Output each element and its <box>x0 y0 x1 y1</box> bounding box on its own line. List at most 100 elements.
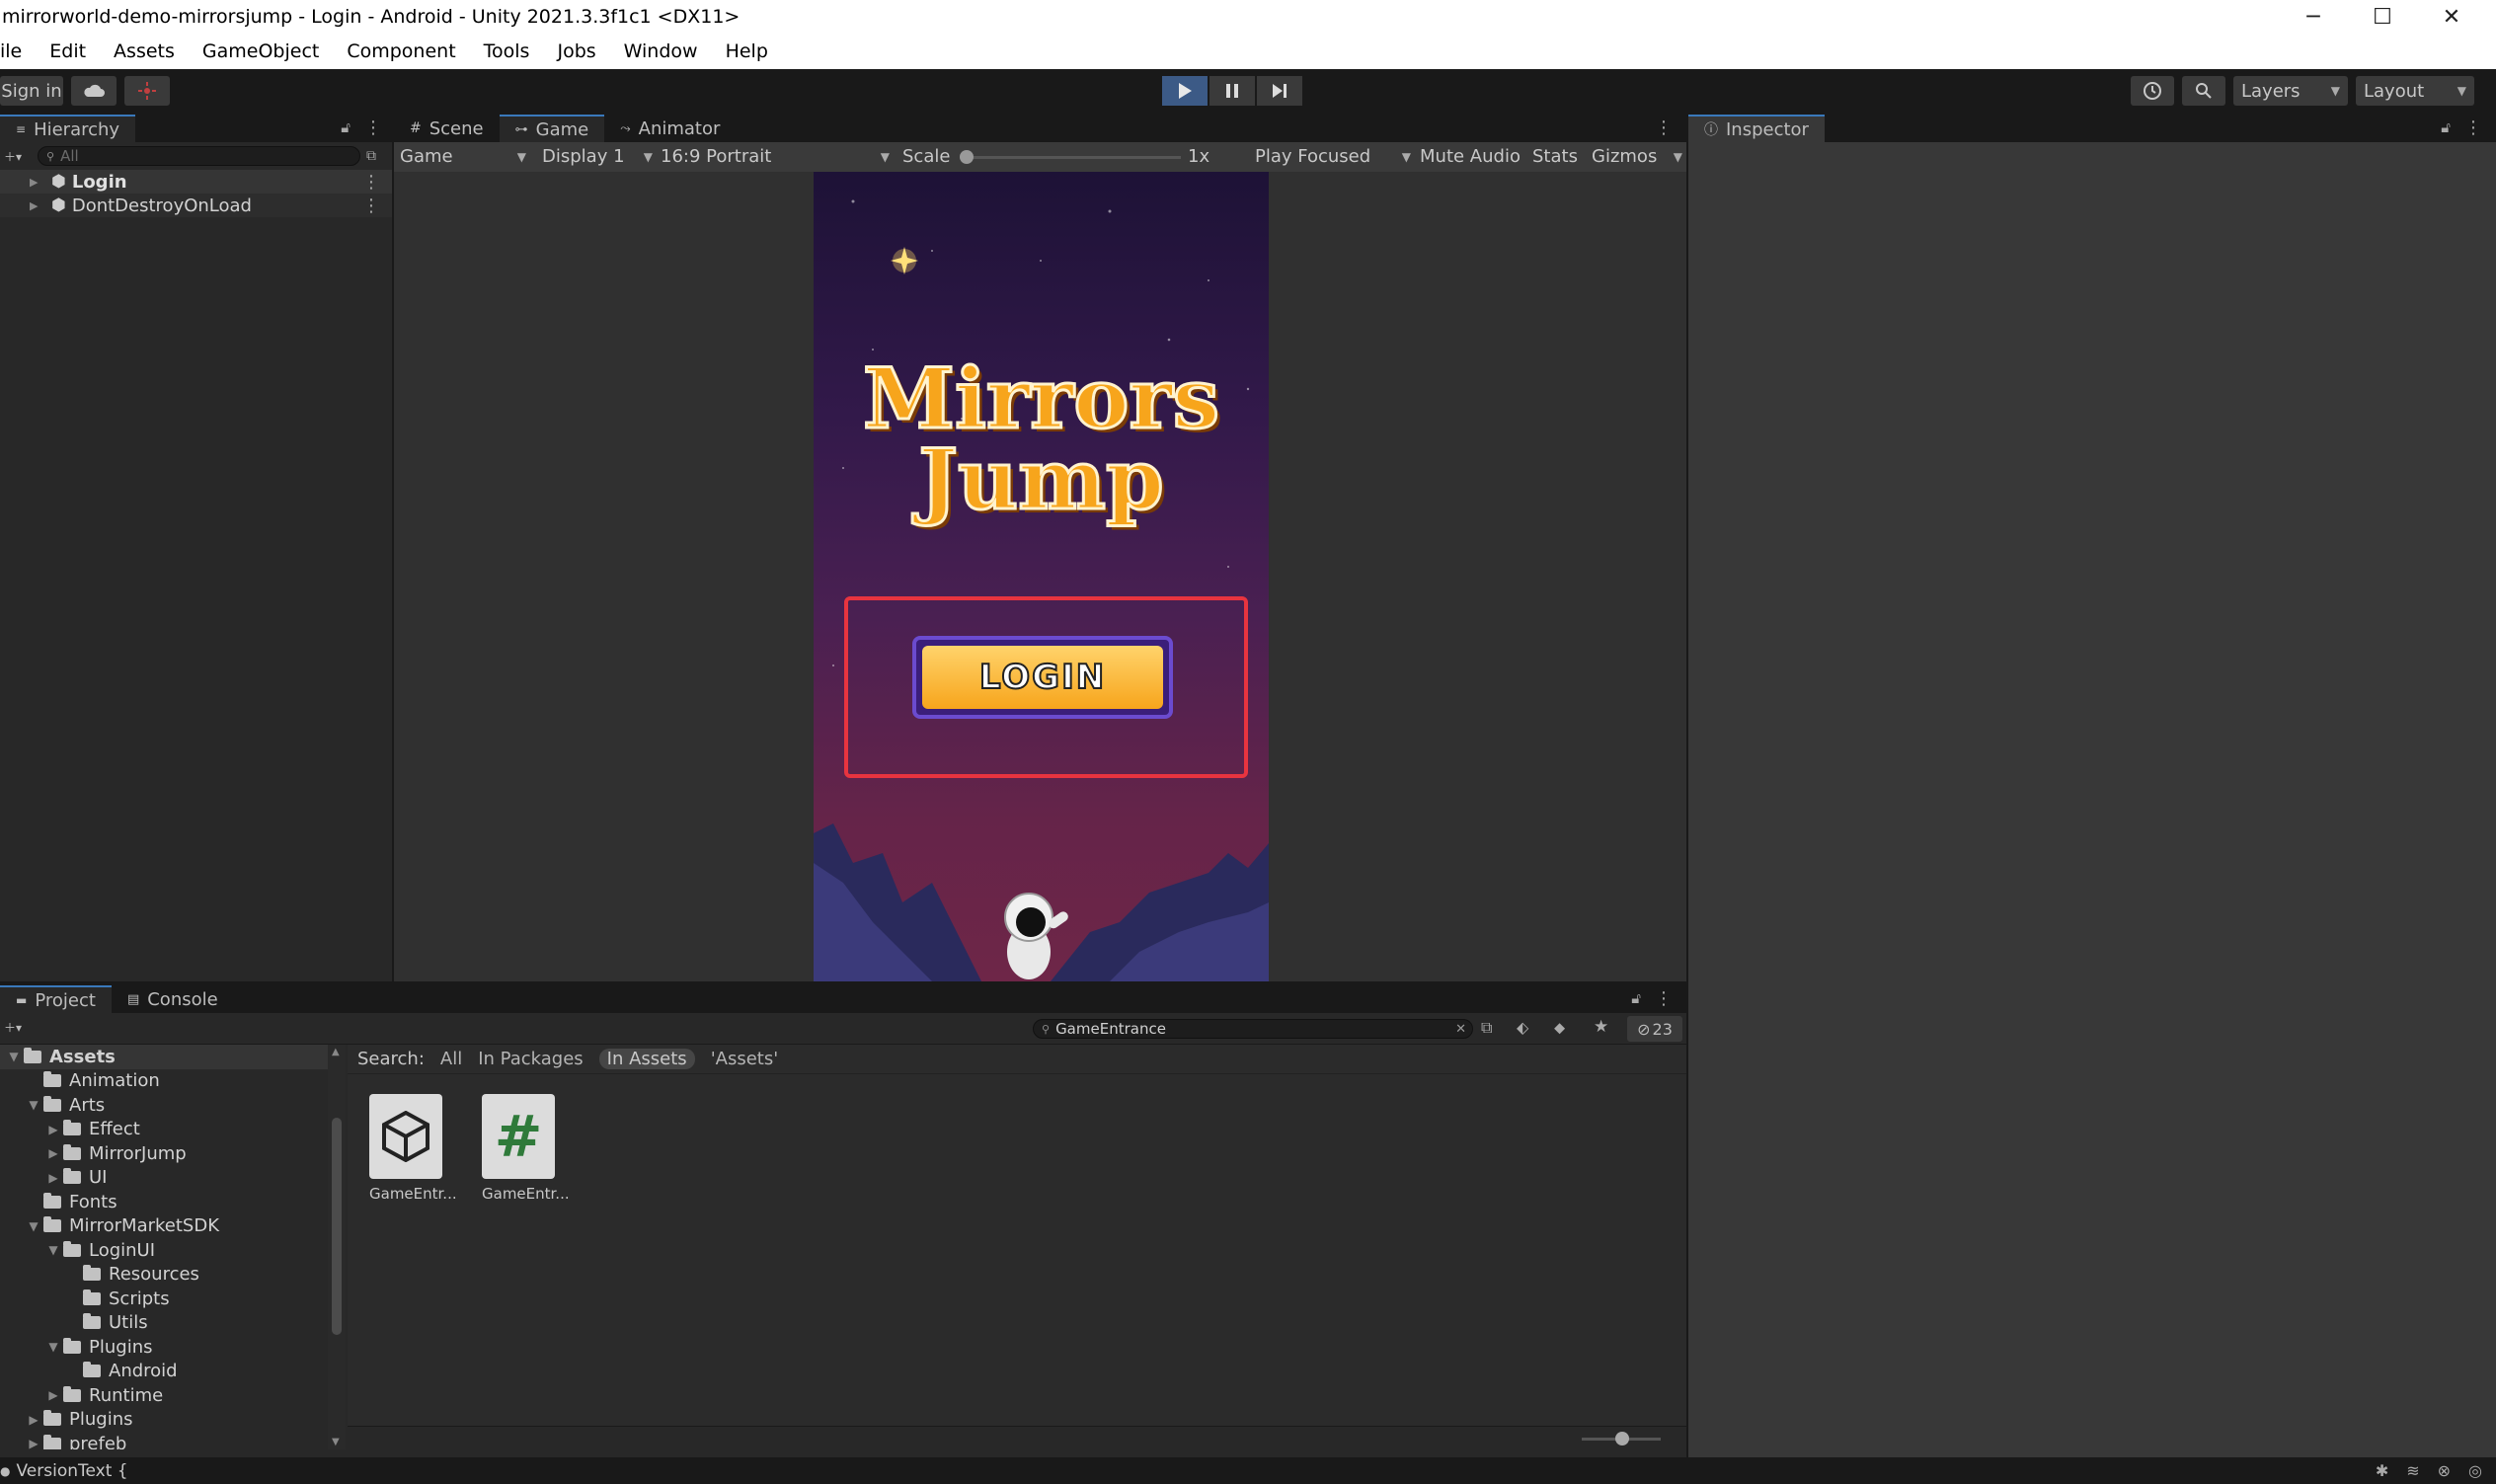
game-view[interactable]: Mirrors Jump LOGIN <box>814 172 1269 981</box>
folder-tree-item[interactable]: Scripts <box>0 1287 346 1311</box>
menu-file[interactable]: ile <box>0 40 22 62</box>
favorite-star-icon[interactable]: ★ <box>1594 1017 1608 1037</box>
folder-tree-item[interactable]: ▼ MirrorMarketSDK <box>0 1214 346 1239</box>
add-dropdown-icon[interactable]: ＋▾ <box>4 1019 22 1036</box>
menu-help[interactable]: Help <box>726 40 768 62</box>
game-mode-dropdown[interactable]: Game ▼ <box>400 146 526 167</box>
caret-down-icon[interactable]: ▼ <box>43 1340 63 1354</box>
folder-tree-item[interactable]: ▶ Effect <box>0 1118 346 1142</box>
hidden-packages-toggle[interactable]: ⊘ 23 <box>1627 1016 1682 1042</box>
status-text[interactable]: VersionText { <box>16 1461 127 1481</box>
lock-icon[interactable]: 🔓︎ <box>341 118 351 136</box>
folder-tree-item[interactable]: ▼ Plugins <box>0 1335 346 1360</box>
hierarchy-item[interactable]: ▶ ⬢ DontDestroyOnLoad ⋮ <box>0 194 392 217</box>
progress-icon[interactable]: ≋ <box>2406 1461 2419 1480</box>
scope-in-assets[interactable]: In Assets <box>598 1049 695 1069</box>
play-focused-dropdown[interactable]: Play Focused ▼ <box>1255 146 1411 167</box>
scroll-down-icon[interactable]: ▼ <box>332 1437 340 1447</box>
tab-console[interactable]: ▤ Console <box>112 985 234 1013</box>
clear-search-icon[interactable]: ✕ <box>1455 1022 1466 1037</box>
mute-audio-toggle[interactable]: Mute Audio <box>1420 146 1521 167</box>
cloud-icon[interactable] <box>71 76 117 106</box>
close-button[interactable]: ✕ <box>2417 0 2486 34</box>
aspect-dropdown[interactable]: 16:9 Portrait ▼ <box>661 146 890 167</box>
folder-tree-item[interactable]: ▶ Plugins <box>0 1408 346 1433</box>
folder-tree-item[interactable]: ▼ Assets <box>0 1045 346 1069</box>
caret-down-icon[interactable]: ▼ <box>24 1098 43 1112</box>
caret-down-icon[interactable]: ▼ <box>4 1050 24 1063</box>
tab-animator[interactable]: ⤳ Animator <box>604 115 736 142</box>
asset-item[interactable]: GameEntr... <box>369 1094 457 1212</box>
folder-tree-item[interactable]: Utils <box>0 1311 346 1336</box>
item-menu-icon[interactable]: ⋮ <box>362 172 380 193</box>
gizmos-dropdown[interactable]: Gizmos ▼ <box>1592 146 1682 167</box>
panel-menu-icon[interactable]: ⋮ <box>2464 117 2482 138</box>
history-icon[interactable] <box>2131 76 2174 106</box>
tree-scrollbar[interactable]: ▲ ▼ <box>328 1045 346 1449</box>
caret-right-icon[interactable]: ▶ <box>43 1146 63 1160</box>
folder-tree-item[interactable]: ▼ LoginUI <box>0 1238 346 1263</box>
folder-tree-item[interactable]: Animation <box>0 1069 346 1094</box>
item-menu-icon[interactable]: ⋮ <box>362 195 380 216</box>
caret-down-icon[interactable]: ▼ <box>43 1243 63 1257</box>
tab-game[interactable]: ⊶ Game <box>499 115 605 142</box>
stats-toggle[interactable]: Stats <box>1532 146 1578 167</box>
folder-tree-item[interactable]: ▶ MirrorJump <box>0 1141 346 1166</box>
panel-menu-icon[interactable]: ⋮ <box>364 117 382 138</box>
menu-component[interactable]: Component <box>347 40 455 62</box>
play-button[interactable] <box>1162 76 1208 106</box>
search-by-type-icon[interactable]: ⧉ <box>1481 1018 1492 1038</box>
folder-tree-item[interactable]: ▼ Arts <box>0 1093 346 1118</box>
asset-item[interactable]: # GameEntr... <box>482 1094 570 1212</box>
menu-window[interactable]: Window <box>624 40 698 62</box>
minimize-button[interactable]: ─ <box>2279 0 2348 34</box>
caret-right-icon[interactable]: ▶ <box>30 199 38 212</box>
tab-project[interactable]: ▬ Project <box>0 985 112 1013</box>
tab-inspector[interactable]: ⓘ Inspector <box>1688 115 1825 142</box>
pause-button[interactable] <box>1209 76 1255 106</box>
caret-right-icon[interactable]: ▶ <box>24 1413 43 1427</box>
menu-gameobject[interactable]: GameObject <box>202 40 319 62</box>
scope-all[interactable]: All <box>440 1049 462 1069</box>
scale-slider-track[interactable] <box>964 156 1181 159</box>
filter-type-icon[interactable]: ⬖ <box>1517 1018 1528 1037</box>
folder-tree-item[interactable]: ▶ Runtime <box>0 1383 346 1408</box>
scene-visibility-icon[interactable]: ⧉ <box>366 148 388 164</box>
scope-assets-folder[interactable]: 'Assets' <box>711 1049 778 1069</box>
hierarchy-search[interactable]: ⚲ All <box>38 146 360 166</box>
menu-edit[interactable]: Edit <box>49 40 86 62</box>
auto-refresh-icon[interactable]: ◎ <box>2468 1461 2482 1480</box>
icon-size-slider-handle[interactable] <box>1615 1432 1629 1445</box>
label-tag-icon[interactable]: ⬥ <box>1554 1018 1565 1038</box>
step-button[interactable] <box>1257 76 1302 106</box>
tab-hierarchy[interactable]: ≡ Hierarchy <box>0 115 136 142</box>
layers-dropdown[interactable]: Layers ▼ <box>2233 76 2348 106</box>
tree-scroll-thumb[interactable] <box>332 1118 342 1335</box>
caret-right-icon[interactable]: ▶ <box>24 1437 43 1449</box>
lock-icon[interactable]: 🔓︎ <box>2441 118 2451 136</box>
hierarchy-item[interactable]: ▶ ⬢ Login ⋮ <box>0 170 392 194</box>
collab-icon[interactable] <box>124 76 170 106</box>
menu-tools[interactable]: Tools <box>484 40 530 62</box>
scope-in-packages[interactable]: In Packages <box>478 1049 583 1069</box>
menu-jobs[interactable]: Jobs <box>557 40 595 62</box>
caret-right-icon[interactable]: ▶ <box>30 176 38 189</box>
sign-in-button[interactable]: Sign in <box>0 76 63 106</box>
menu-assets[interactable]: Assets <box>114 40 175 62</box>
caret-right-icon[interactable]: ▶ <box>43 1171 63 1185</box>
scale-slider-handle[interactable] <box>960 150 974 164</box>
caret-down-icon[interactable]: ▼ <box>24 1219 43 1233</box>
project-search-input[interactable]: ⚲ GameEntrance ✕ <box>1033 1019 1473 1039</box>
folder-tree-item[interactable]: Android <box>0 1360 346 1384</box>
caret-right-icon[interactable]: ▶ <box>43 1388 63 1402</box>
layout-dropdown[interactable]: Layout ▼ <box>2356 76 2474 106</box>
debug-icon[interactable]: ✱ <box>2376 1461 2388 1480</box>
folder-tree-item[interactable]: Fonts <box>0 1190 346 1214</box>
display-dropdown[interactable]: Display 1 ▼ <box>542 146 653 167</box>
panel-menu-icon[interactable]: ⋮ <box>1655 988 1673 1009</box>
scroll-up-icon[interactable]: ▲ <box>332 1047 340 1057</box>
caret-right-icon[interactable]: ▶ <box>43 1123 63 1136</box>
maximize-button[interactable]: ☐ <box>2348 0 2417 34</box>
add-dropdown-icon[interactable]: ＋▾ <box>4 148 32 165</box>
panel-menu-icon[interactable]: ⋮ <box>1655 117 1673 138</box>
